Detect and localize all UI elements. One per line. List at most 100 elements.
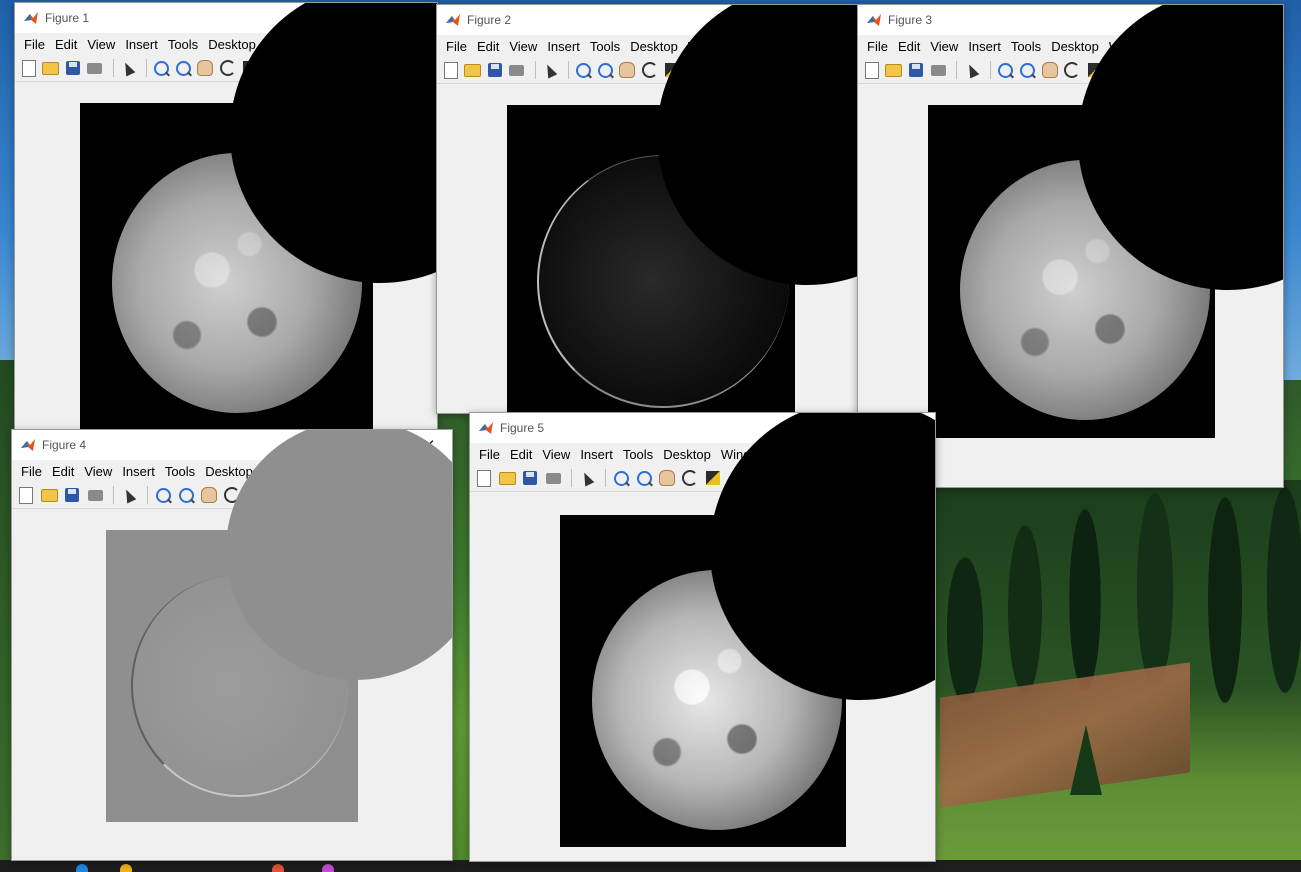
window-title: Figure 5 (500, 421, 545, 435)
new-figure-button[interactable] (441, 60, 460, 80)
menu-view[interactable]: View (537, 447, 575, 462)
wallpaper-forest (935, 480, 1301, 860)
zoom-out-button[interactable] (174, 58, 193, 78)
pan-button[interactable] (657, 468, 677, 488)
pan-button[interactable] (196, 58, 215, 78)
rotate-3d-button[interactable] (218, 58, 237, 78)
edit-plot-button[interactable] (577, 468, 597, 488)
menu-view[interactable]: View (82, 37, 120, 52)
toolbar-separator (989, 61, 991, 79)
taskbar-app-icon[interactable] (272, 864, 284, 872)
menu-insert[interactable]: Insert (963, 39, 1006, 54)
menu-tools[interactable]: Tools (1006, 39, 1046, 54)
data-cursor-icon (706, 471, 720, 485)
taskbar-app-icon[interactable] (120, 864, 132, 872)
pan-button[interactable] (618, 60, 637, 80)
zoom-out-button[interactable] (634, 468, 654, 488)
menu-view[interactable]: View (504, 39, 542, 54)
menu-edit[interactable]: Edit (505, 447, 537, 462)
edit-plot-button[interactable] (541, 60, 560, 80)
menu-file[interactable]: File (862, 39, 893, 54)
zoom-out-button[interactable] (1018, 60, 1037, 80)
menu-view[interactable]: View (925, 39, 963, 54)
print-figure-button[interactable] (85, 485, 105, 505)
figure-2-window[interactable]: Figure 2 ✕ File Edit View Insert Tools D… (436, 4, 860, 414)
zoom-in-icon (155, 487, 171, 503)
image-axes (80, 3, 437, 431)
pan-icon (1041, 62, 1058, 78)
new-figure-button[interactable] (862, 60, 881, 80)
print-figure-button[interactable] (507, 60, 526, 80)
menu-desktop[interactable]: Desktop (203, 37, 261, 52)
window-title: Figure 4 (42, 438, 87, 452)
zoom-in-button[interactable] (996, 60, 1015, 80)
zoom-out-button[interactable] (596, 60, 615, 80)
menu-tools[interactable]: Tools (585, 39, 625, 54)
print-figure-icon (509, 64, 525, 76)
print-figure-button[interactable] (929, 60, 948, 80)
new-figure-button[interactable] (19, 58, 38, 78)
rotate-3d-button[interactable] (1063, 60, 1082, 80)
toolbar-separator (605, 469, 606, 487)
open-file-button[interactable] (463, 60, 482, 80)
menu-edit[interactable]: Edit (50, 37, 82, 52)
save-figure-button[interactable] (520, 468, 540, 488)
menu-edit[interactable]: Edit (47, 464, 79, 479)
matlab-logo-icon (21, 439, 35, 451)
figure-5-window[interactable]: Figure 5 ✕ File Edit View Insert Tools D… (469, 412, 936, 862)
menu-file[interactable]: File (16, 464, 47, 479)
edit-plot-button[interactable] (962, 60, 981, 80)
menu-tools[interactable]: Tools (160, 464, 200, 479)
menu-desktop[interactable]: Desktop (658, 447, 716, 462)
zoom-in-button[interactable] (152, 58, 171, 78)
rotate-3d-button[interactable] (640, 60, 659, 80)
menu-insert[interactable]: Insert (575, 447, 618, 462)
new-figure-icon (864, 61, 879, 79)
print-figure-button[interactable] (543, 468, 563, 488)
zoom-in-button[interactable] (153, 485, 173, 505)
menu-tools[interactable]: Tools (163, 37, 203, 52)
save-figure-button[interactable] (62, 485, 82, 505)
pan-button[interactable] (199, 485, 219, 505)
open-file-button[interactable] (41, 58, 60, 78)
zoom-in-button[interactable] (611, 468, 631, 488)
menu-tools[interactable]: Tools (618, 447, 658, 462)
menu-insert[interactable]: Insert (117, 464, 160, 479)
menu-file[interactable]: File (19, 37, 50, 52)
open-file-icon (40, 488, 58, 502)
menu-insert[interactable]: Insert (542, 39, 585, 54)
pan-button[interactable] (1040, 60, 1059, 80)
new-figure-button[interactable] (474, 468, 494, 488)
open-file-button[interactable] (39, 485, 59, 505)
data-cursor-button[interactable] (703, 468, 723, 488)
open-file-button[interactable] (497, 468, 517, 488)
menu-desktop[interactable]: Desktop (1046, 39, 1104, 54)
menu-edit[interactable]: Edit (472, 39, 504, 54)
image-axes (106, 430, 452, 822)
save-figure-button[interactable] (63, 58, 82, 78)
edit-plot-button[interactable] (119, 485, 139, 505)
save-figure-button[interactable] (907, 60, 926, 80)
taskbar-app-icon[interactable] (322, 864, 334, 872)
menu-edit[interactable]: Edit (893, 39, 925, 54)
taskbar-app-icon[interactable] (76, 864, 88, 872)
figure-4-window[interactable]: Figure 4 ✕ File Edit View Insert Tools D… (11, 429, 453, 861)
print-figure-icon (87, 62, 103, 74)
new-figure-icon (19, 486, 33, 504)
menu-insert[interactable]: Insert (120, 37, 163, 52)
zoom-out-button[interactable] (176, 485, 196, 505)
menu-file[interactable]: File (474, 447, 505, 462)
menu-file[interactable]: File (441, 39, 472, 54)
window-title: Figure 1 (45, 11, 90, 25)
menu-view[interactable]: View (79, 464, 117, 479)
menu-desktop[interactable]: Desktop (625, 39, 683, 54)
open-file-button[interactable] (884, 60, 903, 80)
new-figure-icon (477, 469, 491, 487)
rotate-3d-button[interactable] (680, 468, 700, 488)
zoom-in-button[interactable] (574, 60, 593, 80)
save-figure-button[interactable] (485, 60, 504, 80)
print-figure-button[interactable] (85, 58, 104, 78)
new-figure-button[interactable] (16, 485, 36, 505)
edit-plot-button[interactable] (119, 58, 138, 78)
figure-1-window[interactable]: Figure 1 ✕ File Edit View Insert Tools D… (14, 2, 438, 432)
